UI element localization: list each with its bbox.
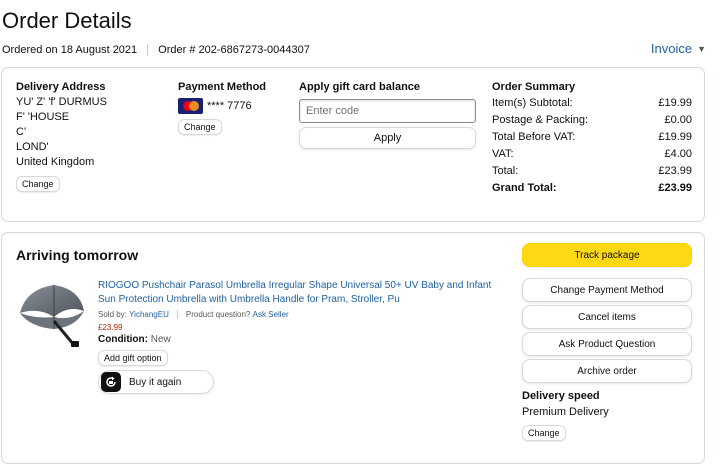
buy-it-again-label: Buy it again	[129, 376, 182, 388]
address-line: YU' Z' 'f' DURMUS	[16, 96, 107, 108]
change-payment-method-button[interactable]: Change Payment Method	[522, 278, 692, 302]
summary-row: Total Before VAT: £19.99	[492, 131, 692, 143]
product-details: RIOGOO Pushchair Parasol Umbrella Irregu…	[98, 279, 498, 366]
shipment-status: Arriving tomorrow	[16, 247, 139, 263]
invoice-dropdown[interactable]: Invoice ▼	[651, 41, 706, 56]
gift-card-heading: Apply gift card balance	[299, 81, 421, 93]
apply-gift-card-button[interactable]: Apply	[299, 127, 476, 149]
delivery-speed-heading: Delivery speed	[522, 390, 600, 402]
product-title-link[interactable]: RIOGOO Pushchair Parasol Umbrella Irregu…	[98, 279, 498, 307]
order-summary-section: Order Summary Item(s) Subtotal: £19.99 Po…	[492, 81, 692, 197]
address-country: United Kingdom	[16, 156, 95, 168]
delivery-address-section: Delivery Address YU' Z' 'f' DURMUS F' 'H…	[16, 81, 166, 192]
buy-again-icon	[101, 372, 121, 392]
buy-it-again-button[interactable]: Buy it again	[98, 370, 214, 394]
summary-row: Item(s) Subtotal: £19.99	[492, 97, 692, 109]
order-summary-card: Delivery Address YU' Z' 'f' DURMUS F' 'H…	[1, 67, 705, 222]
card-digits: **** 7776	[207, 99, 252, 112]
grand-total-row: Grand Total: £23.99	[492, 182, 692, 194]
invoice-label: Invoice	[650, 41, 693, 56]
delivery-address-heading: Delivery Address	[16, 81, 106, 93]
address-line: C'	[16, 126, 27, 138]
product-question-label: Product question?	[185, 310, 251, 319]
ask-product-question-button[interactable]: Ask Product Question	[522, 332, 692, 356]
product-price: £23.99	[98, 323, 123, 332]
order-date: Ordered on 18 August 2021	[2, 44, 138, 56]
order-meta: Ordered on 18 August 2021 Order # 202-68…	[2, 44, 310, 56]
divider	[176, 310, 178, 319]
ask-seller-link[interactable]: Ask Seller	[253, 310, 289, 319]
summary-row: Postage & Packing: £0.00	[492, 114, 692, 126]
change-payment-button[interactable]: Change	[178, 119, 222, 135]
product-image[interactable]	[16, 277, 92, 349]
order-number: Order # 202-6867273-0044307	[158, 44, 310, 56]
product-condition: Condition: New	[98, 334, 171, 345]
sold-by-label: Sold by:	[98, 310, 127, 319]
archive-order-button[interactable]: Archive order	[522, 359, 692, 383]
order-summary-heading: Order Summary	[492, 81, 576, 93]
payment-method-heading: Payment Method	[178, 81, 267, 93]
divider	[147, 44, 149, 56]
add-gift-option-button[interactable]: Add gift option	[98, 350, 168, 366]
shipment-card: Arriving tomorrow RIOGOO Pushchair Paras…	[1, 232, 705, 464]
track-package-button[interactable]: Track package	[522, 243, 692, 267]
delivery-speed-value: Premium Delivery	[522, 406, 609, 418]
seller-link[interactable]: YichangEU	[129, 310, 169, 319]
summary-row: VAT: £4.00	[492, 148, 692, 160]
change-delivery-speed-button[interactable]: Change	[522, 425, 566, 441]
order-actions: Track package Change Payment Method Canc…	[522, 243, 692, 441]
page-title: Order Details	[2, 8, 132, 33]
chevron-down-icon: ▼	[697, 43, 706, 54]
cancel-items-button[interactable]: Cancel items	[522, 305, 692, 329]
summary-row: Total: £23.99	[492, 165, 692, 177]
mastercard-icon	[178, 98, 203, 114]
address-line: LOND'	[16, 141, 49, 153]
change-address-button[interactable]: Change	[16, 176, 60, 192]
gift-code-input[interactable]	[299, 99, 476, 123]
seller-row: Sold by: YichangEU Product question? Ask…	[98, 310, 498, 319]
payment-method-section: Payment Method **** 7776 Change	[178, 81, 288, 135]
gift-card-section: Apply gift card balance Apply	[299, 81, 479, 149]
address-line: F' 'HOUSE	[16, 111, 70, 123]
